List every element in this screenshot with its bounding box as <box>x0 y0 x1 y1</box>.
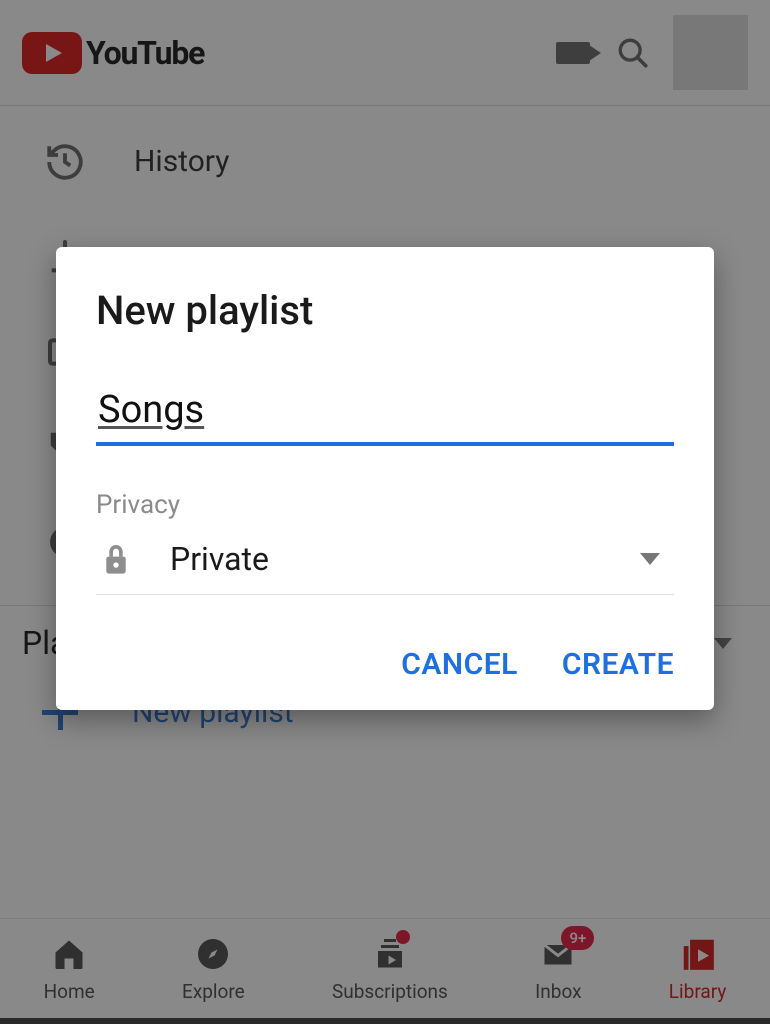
chevron-down-icon <box>640 553 660 565</box>
dialog-actions: CANCEL CREATE <box>96 647 674 682</box>
privacy-label: Privacy <box>96 490 674 520</box>
dialog-title: New playlist <box>96 287 674 334</box>
playlist-title-input[interactable] <box>96 382 674 446</box>
privacy-value: Private <box>170 540 269 578</box>
cancel-button[interactable]: CANCEL <box>401 647 518 682</box>
new-playlist-dialog: New playlist Privacy Private CANCEL CREA… <box>56 247 714 710</box>
lock-icon <box>98 541 134 577</box>
privacy-dropdown[interactable]: Private <box>96 534 674 595</box>
create-button[interactable]: CREATE <box>562 647 674 682</box>
youtube-library-screen: YouTube History <box>0 0 770 1024</box>
